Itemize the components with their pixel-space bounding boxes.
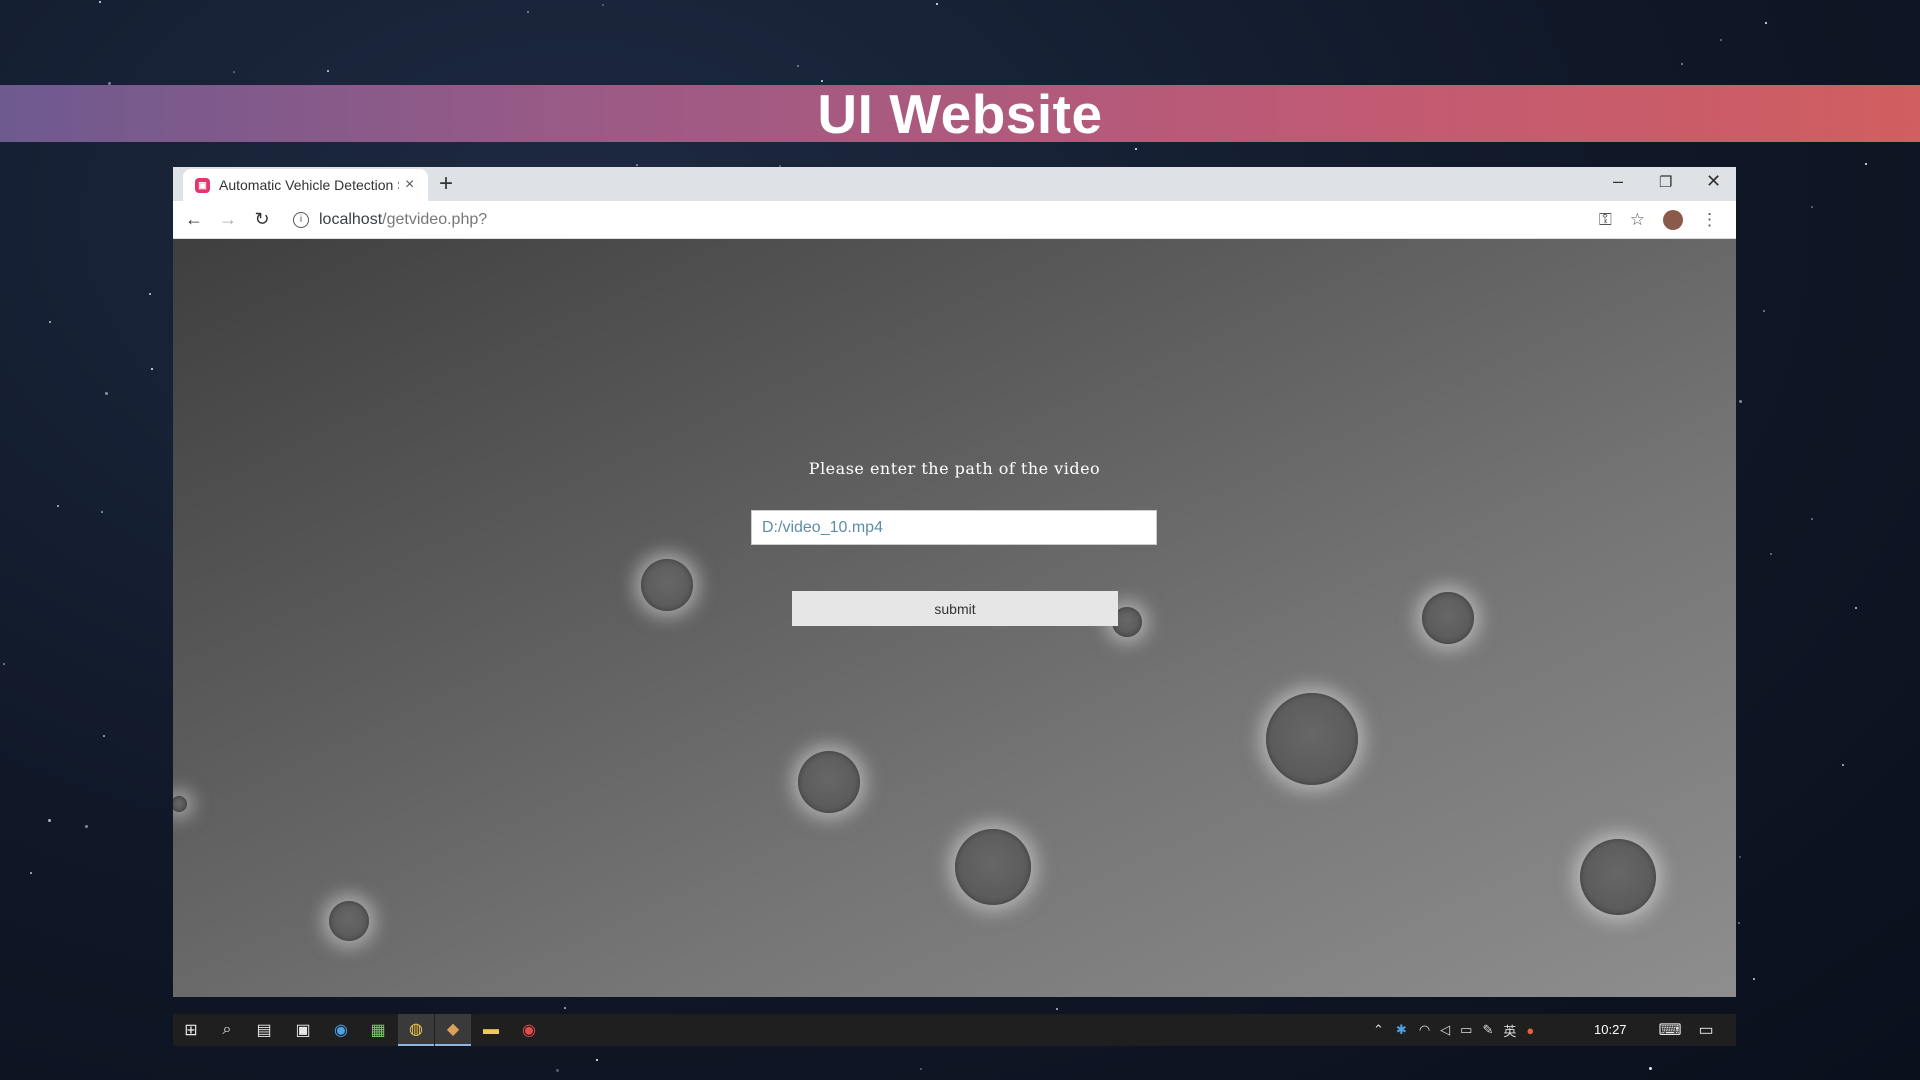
notification-icon[interactable]: ▭ (1688, 1014, 1724, 1046)
star (30, 872, 32, 874)
star (103, 735, 105, 737)
star (1842, 764, 1844, 766)
address-path: /getvideo.php? (382, 210, 488, 228)
star (1649, 1067, 1652, 1070)
battery-icon[interactable]: ▭ (1460, 1022, 1472, 1038)
decorative-bubble (1580, 839, 1656, 915)
avatar[interactable] (1663, 209, 1683, 230)
file-explorer-icon[interactable]: ▬ (473, 1014, 509, 1046)
pen-icon[interactable]: ✎ (1482, 1022, 1493, 1038)
star (1681, 63, 1683, 65)
app-icon[interactable]: ▦ (360, 1014, 396, 1046)
star (327, 70, 329, 72)
new-tab-button[interactable]: + (439, 170, 453, 198)
address-host: localhost (319, 210, 383, 228)
star (1855, 607, 1857, 609)
star (49, 321, 51, 323)
bluetooth-icon[interactable]: ✱ (1396, 1022, 1407, 1038)
system-tray: ⌃ ✱ ◠ ◁ ▭ ✎ 英 ● (1373, 1014, 1544, 1046)
submit-button[interactable]: submit (792, 591, 1118, 626)
page-viewport: Please enter the path of the video submi… (173, 239, 1736, 997)
star (149, 293, 151, 295)
decorative-bubble (798, 751, 860, 813)
app-tray-icon[interactable]: ● (1526, 1023, 1534, 1038)
video-path-input[interactable] (751, 510, 1157, 545)
star (556, 1069, 559, 1072)
ime-indicator[interactable]: 英 (1503, 1021, 1516, 1040)
close-window-button[interactable]: ✕ (1706, 171, 1721, 192)
star (1865, 163, 1867, 165)
browser-window: ▣ Automatic Vehicle Detection S × + – ❐ … (173, 167, 1736, 997)
star (85, 825, 88, 828)
star (1765, 22, 1767, 24)
tab-title: Automatic Vehicle Detection S (219, 177, 399, 193)
store-icon[interactable]: ▣ (285, 1014, 321, 1046)
star (99, 1, 101, 3)
maximize-button[interactable]: ❐ (1659, 173, 1672, 191)
star (936, 3, 938, 5)
decorative-bubble (173, 796, 187, 812)
video-path-prompt: Please enter the path of the video (808, 459, 1101, 478)
recorder-icon[interactable]: ◉ (511, 1014, 547, 1046)
decorative-bubble (329, 901, 369, 941)
star (151, 368, 153, 370)
browser-tab[interactable]: ▣ Automatic Vehicle Detection S × (183, 169, 428, 201)
app-icon[interactable]: ◆ (435, 1014, 471, 1046)
browser-toolbar: ← → ↻ i localhost/getvideo.php? ⚿ ☆ ⋮ (173, 201, 1736, 239)
star (1720, 39, 1722, 41)
wifi-icon[interactable]: ◠ (1419, 1022, 1430, 1038)
star (1739, 856, 1741, 858)
star (105, 392, 108, 395)
star (920, 1068, 922, 1070)
decorative-bubble (641, 559, 693, 611)
star (1738, 922, 1740, 924)
clock[interactable]: 10:27 (1594, 1022, 1627, 1037)
menu-icon[interactable]: ⋮ (1701, 210, 1718, 230)
star (1811, 206, 1813, 208)
search-icon[interactable]: ⌕ (209, 1014, 245, 1046)
address-bar[interactable]: localhost/getvideo.php? (319, 211, 487, 229)
decorative-bubble (1422, 592, 1474, 644)
star (1770, 553, 1772, 555)
star (57, 505, 59, 507)
star (101, 511, 103, 513)
star (1135, 148, 1137, 150)
star (48, 819, 51, 822)
star (1753, 978, 1755, 980)
star (636, 164, 638, 166)
star (3, 663, 5, 665)
decorative-bubble (1266, 693, 1358, 785)
star (1739, 400, 1742, 403)
tab-close-icon[interactable]: × (405, 176, 414, 194)
volume-icon[interactable]: ◁ (1440, 1022, 1450, 1038)
banner-title: UI Website (817, 82, 1103, 145)
chevron-up-icon[interactable]: ⌃ (1373, 1022, 1384, 1038)
windows-taskbar: ⊞ ⌕ ▤ ▣ ◉ ▦ ◍ ◆ ▬ ◉ ⌃ ✱ ◠ ◁ ▭ ✎ 英 ● 10:2… (173, 1014, 1736, 1046)
task-view-icon[interactable]: ▤ (246, 1014, 282, 1046)
star (564, 1007, 566, 1009)
star (602, 4, 604, 6)
app-favicon-icon: ▣ (195, 177, 210, 193)
back-button[interactable]: ← (181, 209, 207, 230)
tab-bar: ▣ Automatic Vehicle Detection S × + – ❐ … (173, 167, 1736, 201)
chrome-icon[interactable]: ◍ (398, 1014, 434, 1046)
star (1056, 1008, 1058, 1010)
decorative-bubble (955, 829, 1031, 905)
edge-icon[interactable]: ◉ (323, 1014, 359, 1046)
star (527, 11, 529, 13)
star (1811, 518, 1813, 520)
key-icon[interactable]: ⚿ (1599, 210, 1612, 230)
site-info-icon[interactable]: i (293, 211, 309, 228)
title-banner: UI Website (0, 83, 1920, 145)
star (233, 71, 235, 73)
minimize-button[interactable]: – (1613, 171, 1623, 192)
reload-button[interactable]: ↻ (249, 209, 275, 230)
star (1763, 310, 1765, 312)
language-icon[interactable]: ⌨ (1652, 1014, 1688, 1046)
forward-button[interactable]: → (215, 209, 241, 230)
windows-start-icon[interactable]: ⊞ (173, 1014, 209, 1046)
star-bookmark-icon[interactable]: ☆ (1630, 210, 1645, 230)
star (797, 65, 799, 67)
star (596, 1059, 598, 1061)
